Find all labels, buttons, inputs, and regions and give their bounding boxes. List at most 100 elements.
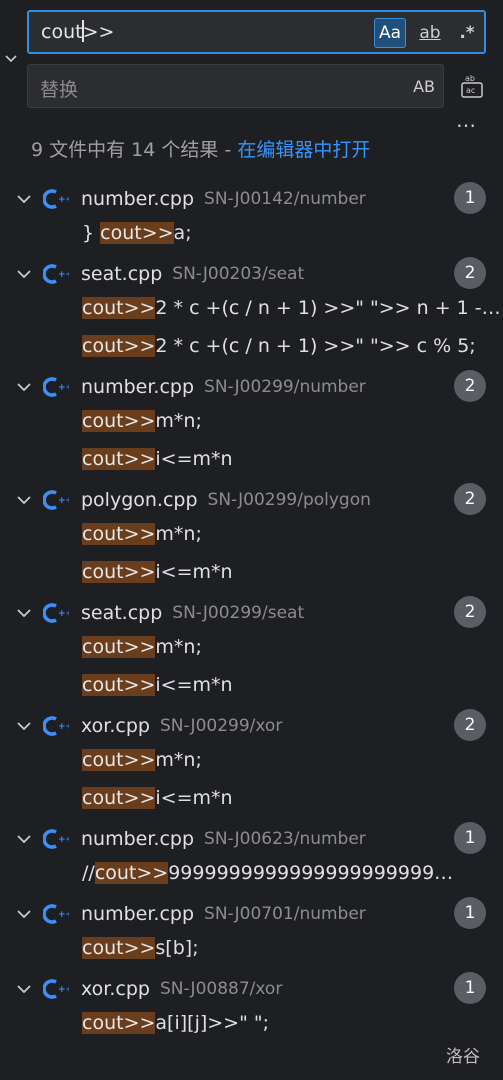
- cpp-file-icon: ++: [43, 489, 69, 510]
- result-file-path: SN-J00701/number: [204, 903, 366, 924]
- match-suffix: a;: [173, 222, 192, 244]
- result-file-name: number.cpp: [81, 375, 195, 398]
- search-input[interactable]: cout>> Aa ab .*: [27, 10, 486, 54]
- match-count-badge: 2: [454, 483, 486, 515]
- match-case-button[interactable]: Aa: [374, 18, 406, 48]
- replace-all-icon[interactable]: ab ac: [459, 72, 485, 100]
- svg-text:++: ++: [58, 383, 69, 393]
- result-file-row[interactable]: ++ xor.cpp SN-J00299/xor 2: [0, 707, 503, 744]
- match-suffix: m*n;: [155, 410, 202, 432]
- match-highlight: cout>>: [82, 636, 156, 658]
- chevron-down-icon[interactable]: [15, 604, 33, 622]
- chevron-down-icon[interactable]: [4, 52, 18, 66]
- match-suffix: s[b];: [155, 937, 199, 959]
- svg-text:++: ++: [58, 496, 69, 506]
- chevron-down-icon[interactable]: [15, 717, 33, 735]
- whole-word-button[interactable]: ab: [413, 18, 447, 48]
- match-count-badge: 2: [454, 370, 486, 402]
- match-suffix: i<=m*n: [155, 448, 233, 470]
- result-file-name: xor.cpp: [81, 714, 150, 737]
- match-highlight: cout>>: [82, 448, 156, 470]
- match-line[interactable]: cout>>2 * c +(c / n + 1) >>" ">> n + 1 -…: [82, 297, 502, 319]
- match-line[interactable]: cout>>s[b];: [82, 937, 199, 959]
- match-highlight: cout>>: [94, 862, 169, 884]
- svg-text:++: ++: [58, 270, 69, 280]
- result-file-path: SN-J00142/number: [204, 188, 366, 209]
- cpp-file-icon: ++: [43, 828, 69, 849]
- result-file-row[interactable]: ++ number.cpp SN-J00623/number 1: [0, 820, 503, 857]
- match-line[interactable]: cout>>2 * c +(c / n + 1) >>" ">> c % 5;: [82, 335, 476, 357]
- match-highlight: cout>>: [82, 523, 156, 545]
- more-actions-button[interactable]: …: [456, 108, 477, 132]
- match-line[interactable]: cout>>m*n;: [82, 636, 202, 658]
- match-highlight: cout>>: [82, 410, 156, 432]
- match-suffix: m*n;: [155, 749, 202, 771]
- match-count-badge: 2: [454, 596, 486, 628]
- match-suffix: i<=m*n: [155, 674, 233, 696]
- match-highlight: cout>>: [82, 674, 156, 696]
- svg-text:++: ++: [58, 722, 69, 732]
- match-line[interactable]: cout>>i<=m*n: [82, 674, 233, 696]
- match-line[interactable]: cout>>m*n;: [82, 410, 202, 432]
- chevron-down-icon[interactable]: [15, 491, 33, 509]
- match-count-badge: 1: [454, 822, 486, 854]
- chevron-down-icon[interactable]: [15, 378, 33, 396]
- result-file-row[interactable]: ++ polygon.cpp SN-J00299/polygon 2: [0, 481, 503, 518]
- match-highlight: cout>>: [82, 561, 156, 583]
- match-highlight: cout>>: [82, 749, 156, 771]
- replace-input[interactable]: 替换 AB: [27, 64, 444, 108]
- match-suffix: m*n;: [155, 523, 202, 545]
- result-file-row[interactable]: ++ number.cpp SN-J00299/number 2: [0, 368, 503, 405]
- chevron-down-icon[interactable]: [15, 830, 33, 848]
- result-file-name: number.cpp: [81, 827, 195, 850]
- match-line[interactable]: cout>>i<=m*n: [82, 787, 233, 809]
- svg-text:++: ++: [58, 985, 69, 995]
- match-count-badge: 1: [454, 897, 486, 929]
- replace-placeholder: 替换: [40, 79, 79, 101]
- search-input-text[interactable]: cout>>: [41, 20, 114, 43]
- result-file-path: SN-J00299/xor: [159, 715, 283, 736]
- match-highlight: cout>>: [82, 297, 156, 319]
- open-in-editor-link[interactable]: 在编辑器中打开: [237, 139, 370, 161]
- match-line[interactable]: cout>>i<=m*n: [82, 448, 233, 470]
- preserve-case-button[interactable]: AB: [413, 77, 435, 96]
- match-line[interactable]: cout>>a[i][j]>>" ";: [82, 1012, 269, 1034]
- chevron-down-icon[interactable]: [15, 905, 33, 923]
- result-file-path: SN-J00299/seat: [172, 602, 305, 623]
- match-suffix: m*n;: [155, 636, 202, 658]
- match-suffix: 2 * c +(c / n + 1) >>" ">> c % 5;: [155, 335, 476, 357]
- chevron-down-icon[interactable]: [15, 980, 33, 998]
- result-file-row[interactable]: ++ number.cpp SN-J00701/number 1: [0, 895, 503, 932]
- match-prefix: }: [82, 222, 101, 244]
- chevron-down-icon[interactable]: [15, 265, 33, 283]
- result-file-path: SN-J00623/number: [204, 828, 366, 849]
- result-file-row[interactable]: ++ seat.cpp SN-J00299/seat 2: [0, 594, 503, 631]
- result-file-name: number.cpp: [81, 902, 195, 925]
- result-file-row[interactable]: ++ seat.cpp SN-J00203/seat 2: [0, 255, 503, 292]
- match-highlight: cout>>: [82, 787, 156, 809]
- cpp-file-icon: ++: [43, 715, 69, 736]
- result-file-path: SN-J00203/seat: [172, 263, 305, 284]
- match-count-badge: 2: [454, 709, 486, 741]
- match-line[interactable]: //cout>>9999999999999999999999…: [82, 862, 453, 884]
- chevron-down-icon[interactable]: [15, 190, 33, 208]
- result-file-row[interactable]: ++ xor.cpp SN-J00887/xor 1: [0, 970, 503, 1007]
- watermark-text: 洛谷: [446, 1047, 480, 1067]
- match-line[interactable]: cout>>m*n;: [82, 523, 202, 545]
- svg-text:++: ++: [58, 910, 69, 920]
- match-line[interactable]: cout>>m*n;: [82, 749, 202, 771]
- match-line[interactable]: cout>>i<=m*n: [82, 561, 233, 583]
- results-summary: 9 文件中有 14 个结果 - 在编辑器中打开: [31, 139, 371, 161]
- regex-button[interactable]: .*: [452, 18, 482, 48]
- cpp-file-icon: ++: [43, 978, 69, 999]
- match-count-badge: 2: [454, 257, 486, 289]
- match-suffix: 2 * c +(c / n + 1) >>" ">> n + 1 - (…: [155, 297, 502, 319]
- result-file-name: number.cpp: [81, 187, 195, 210]
- match-count-badge: 1: [454, 182, 486, 214]
- match-prefix: //: [82, 862, 95, 884]
- match-highlight: cout>>: [82, 937, 156, 959]
- match-line[interactable]: } cout>>a;: [82, 222, 192, 244]
- result-file-path: SN-J00887/xor: [159, 978, 283, 999]
- match-suffix: a[i][j]>>" ";: [155, 1012, 270, 1034]
- result-file-row[interactable]: ++ number.cpp SN-J00142/number 1: [0, 180, 503, 217]
